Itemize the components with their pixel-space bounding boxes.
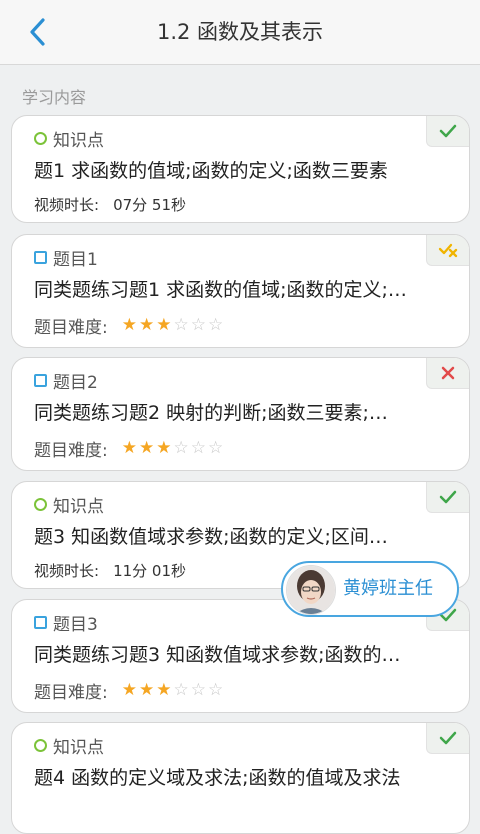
partial-correct-icon: [438, 243, 458, 258]
knowledge-point-icon: [34, 497, 47, 511]
star-filled-icon: ★: [156, 315, 172, 335]
star-empty-icon: ☆: [173, 438, 189, 458]
card-title: 同类题练习题2 映射的判断;函数三要素;…: [34, 402, 388, 424]
card-type-label: 题目2: [53, 372, 98, 393]
status-tab: [426, 235, 469, 266]
avatar: [286, 565, 336, 615]
lesson-card[interactable]: 题目2 同类题练习题2 映射的判断;函数三要素;… 题目难度: ★ ★ ★ ☆ ☆ ☆: [11, 357, 470, 471]
teacher-avatar-image: [287, 566, 335, 614]
star-empty-icon: ☆: [190, 438, 206, 458]
star-empty-icon: ☆: [207, 438, 224, 458]
card-title: 同类题练习题1 求函数的值域;函数的定义;…: [34, 279, 407, 301]
lesson-card[interactable]: 知识点 题4 函数的定义域及求法;函数的值域及求法: [11, 722, 470, 834]
star-filled-icon: ★: [138, 438, 155, 458]
card-title: 题3 知函数值域求参数;函数的定义;区间…: [34, 526, 388, 548]
meta-label: 视频时长:: [34, 562, 100, 580]
lesson-card[interactable]: 知识点 题1 求函数的值域;函数的定义;函数三要素 视频时长: 07分 51秒: [11, 115, 470, 223]
exercise-icon: [34, 615, 47, 629]
star-empty-icon: ☆: [173, 315, 189, 335]
star-empty-icon: ☆: [190, 680, 206, 700]
card-type-label: 知识点: [53, 737, 104, 758]
lesson-card[interactable]: 题目1 同类题练习题1 求函数的值域;函数的定义;… 题目难度: ★ ★ ★ ☆ ☆ ☆: [11, 234, 470, 348]
star-empty-icon: ☆: [190, 315, 206, 335]
meta-label: 视频时长:: [34, 196, 100, 214]
difficulty-stars: ★ ★ ★ ☆ ☆ ☆: [122, 317, 224, 334]
star-filled-icon: ★: [121, 438, 137, 458]
meta-label: 题目难度:: [34, 318, 108, 338]
exercise-icon: [34, 250, 47, 264]
card-title: 同类题练习题3 知函数值域求参数;函数的…: [34, 644, 401, 666]
star-empty-icon: ☆: [207, 315, 224, 335]
star-empty-icon: ☆: [207, 680, 224, 700]
video-duration: 11分 01秒: [113, 562, 187, 580]
card-title: 题4 函数的定义域及求法;函数的值域及求法: [34, 767, 401, 789]
star-filled-icon: ★: [138, 315, 155, 335]
knowledge-point-icon: [34, 131, 47, 145]
check-icon: [439, 490, 457, 504]
check-icon: [439, 124, 457, 138]
star-filled-icon: ★: [156, 680, 172, 700]
teacher-name: 黄婷班主任: [343, 578, 433, 599]
status-tab: [426, 482, 469, 513]
card-type-label: 知识点: [53, 496, 104, 517]
card-type-label: 题目1: [53, 249, 98, 270]
meta-label: 题目难度:: [34, 441, 108, 461]
status-tab: [426, 723, 469, 754]
top-bar: 1.2 函数及其表示: [0, 0, 480, 65]
difficulty-stars: ★ ★ ★ ☆ ☆ ☆: [122, 682, 224, 699]
star-filled-icon: ★: [121, 315, 137, 335]
video-duration: 07分 51秒: [113, 196, 187, 214]
section-label: 学习内容: [22, 88, 87, 107]
class-teacher-button[interactable]: 黄婷班主任: [281, 561, 459, 617]
exercise-icon: [34, 373, 47, 387]
page-title: 1.2 函数及其表示: [156, 20, 324, 44]
status-tab: [426, 116, 469, 147]
difficulty-stars: ★ ★ ★ ☆ ☆ ☆: [122, 440, 224, 457]
star-filled-icon: ★: [121, 680, 137, 700]
card-title: 题1 求函数的值域;函数的定义;函数三要素: [34, 160, 388, 182]
status-tab: [426, 358, 469, 389]
star-empty-icon: ☆: [173, 680, 189, 700]
card-type-label: 题目3: [53, 614, 98, 635]
star-filled-icon: ★: [156, 438, 172, 458]
card-type-label: 知识点: [53, 130, 104, 151]
star-filled-icon: ★: [138, 680, 155, 700]
meta-label: 题目难度:: [34, 683, 108, 703]
wrong-icon: [441, 366, 455, 380]
check-icon: [439, 731, 457, 745]
knowledge-point-icon: [34, 738, 47, 752]
